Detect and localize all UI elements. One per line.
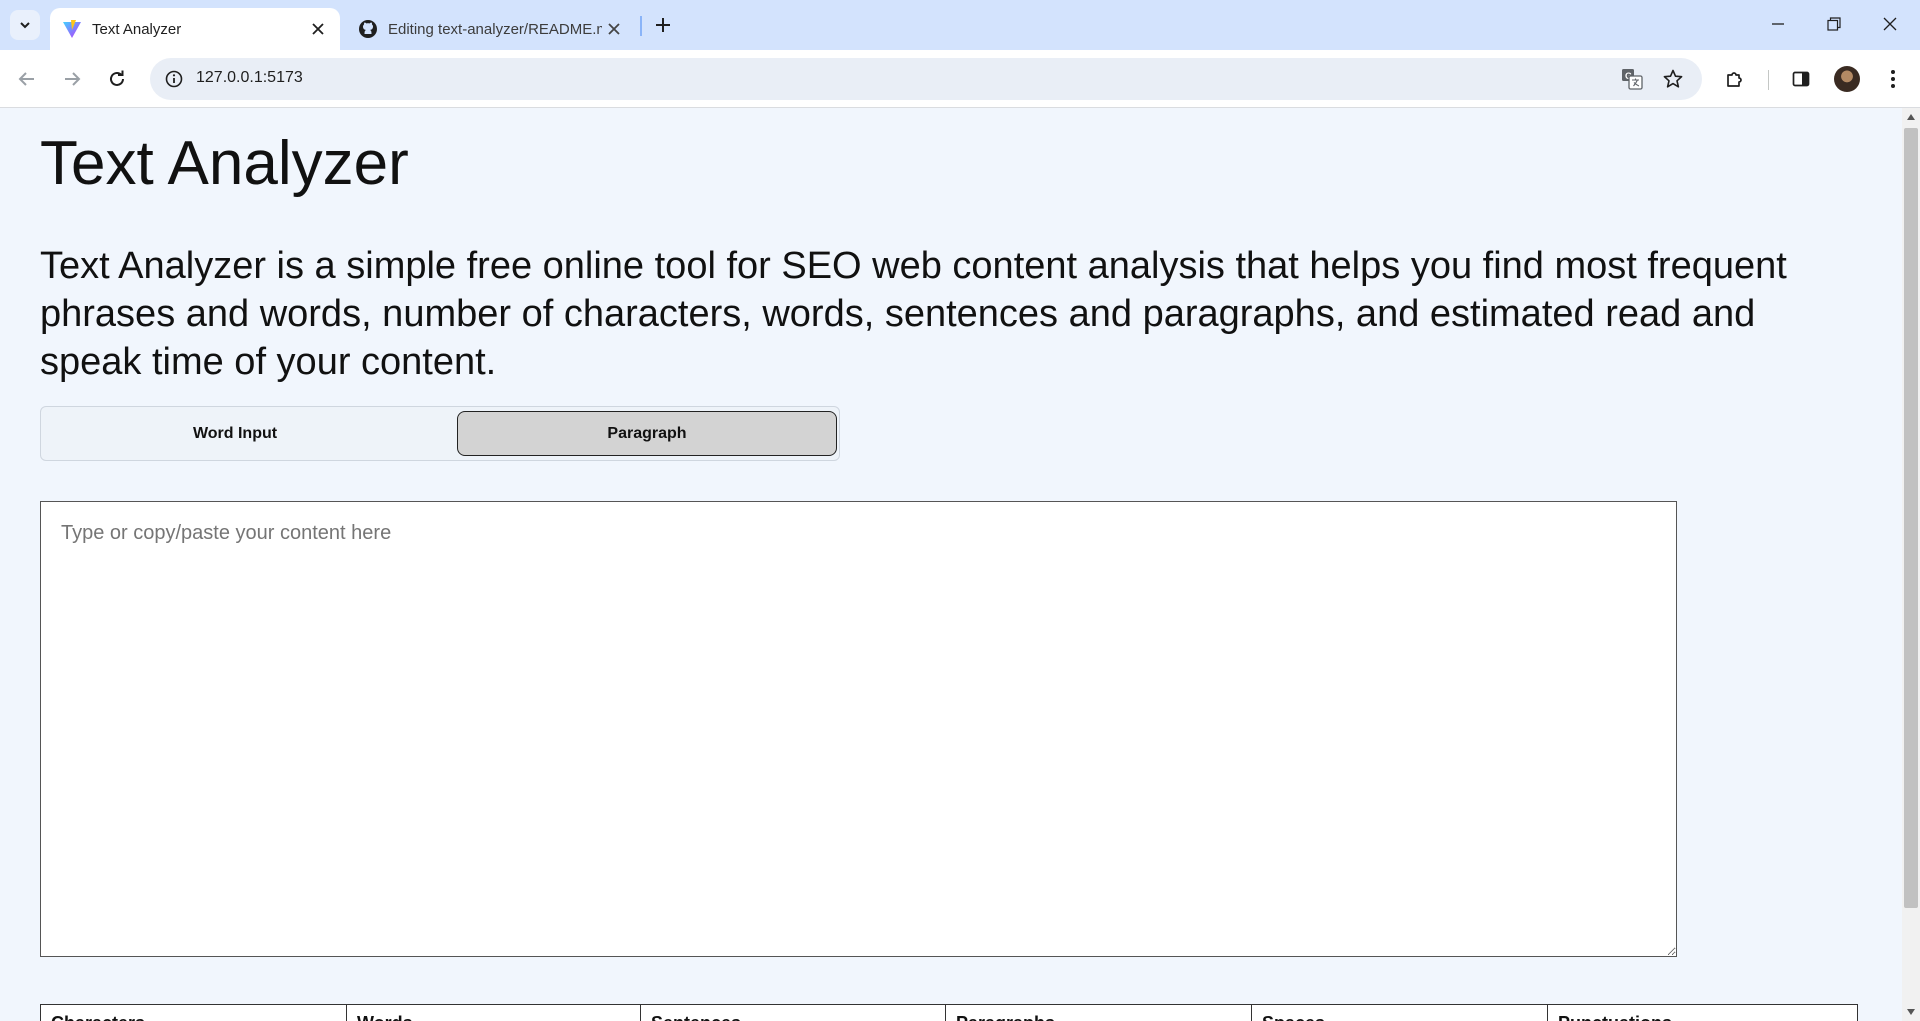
page-viewport: Text Analyzer Text Analyzer is a simple … <box>0 108 1902 1021</box>
close-tab-button[interactable] <box>306 17 330 41</box>
plus-icon <box>656 18 670 32</box>
tab-text-analyzer[interactable]: Text Analyzer <box>50 8 340 50</box>
star-icon <box>1663 69 1683 88</box>
stats-header-spaces: Spaces <box>1252 1005 1548 1021</box>
stats-header-paragraphs: Paragraphs <box>946 1005 1252 1021</box>
content-textarea[interactable] <box>40 501 1677 957</box>
stats-header-sentences: Sentences <box>641 1005 946 1021</box>
browser-menu-button[interactable] <box>1876 62 1910 96</box>
scroll-down-button[interactable] <box>1906 1007 1916 1017</box>
translate-icon: G <box>1622 69 1643 90</box>
restore-button[interactable] <box>1806 0 1862 48</box>
page-title: Text Analyzer <box>40 129 409 198</box>
triangle-down-icon <box>1907 1009 1915 1015</box>
toolbar-divider <box>1768 70 1769 90</box>
scroll-thumb[interactable] <box>1904 128 1918 908</box>
side-panel-icon <box>1792 71 1810 87</box>
vite-icon <box>63 20 81 38</box>
github-icon <box>359 20 377 38</box>
browser-toolbar: 127.0.0.1:5173 G <box>0 50 1920 108</box>
side-panel-button[interactable] <box>1784 62 1818 96</box>
forward-button[interactable] <box>55 62 89 96</box>
address-bar[interactable]: 127.0.0.1:5173 G <box>150 58 1702 100</box>
close-icon <box>312 23 324 35</box>
more-vertical-icon <box>1891 70 1895 88</box>
profile-avatar[interactable] <box>1834 66 1860 92</box>
bookmark-button[interactable] <box>1661 67 1685 91</box>
word-input-tab[interactable]: Word Input <box>45 411 425 456</box>
arrow-right-icon <box>65 72 81 86</box>
stats-header-punctuations: Punctuations <box>1548 1005 1857 1021</box>
restore-icon <box>1827 17 1841 31</box>
stats-header-words: Words <box>347 1005 641 1021</box>
new-tab-button[interactable] <box>650 12 676 38</box>
reload-icon <box>110 70 124 86</box>
tab-title: Text Analyzer <box>92 20 182 38</box>
close-window-button[interactable] <box>1862 0 1918 48</box>
close-icon <box>608 23 620 35</box>
url-text: 127.0.0.1:5173 <box>196 69 303 86</box>
back-button[interactable] <box>10 62 44 96</box>
reload-button[interactable] <box>100 62 134 96</box>
tab-strip: Text Analyzer Editing text-analyzer/READ… <box>0 0 1920 50</box>
input-mode-toggle: Word Input Paragraph <box>40 406 840 461</box>
stats-table: Characters Words Sentences Paragraphs Sp… <box>40 1004 1858 1021</box>
arrow-left-icon <box>18 72 34 86</box>
info-icon <box>165 70 183 88</box>
minimize-icon <box>1772 23 1784 25</box>
close-tab-button[interactable] <box>602 17 626 41</box>
scroll-up-button[interactable] <box>1906 112 1916 122</box>
site-info-button[interactable] <box>162 67 186 91</box>
chevron-down-icon <box>20 22 30 29</box>
triangle-up-icon <box>1907 114 1915 120</box>
close-icon <box>1883 17 1897 31</box>
stats-header-characters: Characters <box>41 1005 347 1021</box>
puzzle-icon <box>1727 72 1742 87</box>
tab-search-button[interactable] <box>10 10 40 40</box>
paragraph-tab[interactable]: Paragraph <box>457 411 837 456</box>
page-scrollbar[interactable] <box>1902 108 1920 1021</box>
translate-button[interactable]: G <box>1620 67 1644 91</box>
tab-title: Editing text-analyzer/README.md <box>388 20 602 38</box>
extensions-button[interactable] <box>1718 62 1752 96</box>
tab-separator <box>640 16 642 36</box>
tab-github-readme[interactable]: Editing text-analyzer/README.md <box>346 8 636 50</box>
minimize-button[interactable] <box>1750 0 1806 48</box>
page-description: Text Analyzer is a simple free online to… <box>40 245 1787 383</box>
